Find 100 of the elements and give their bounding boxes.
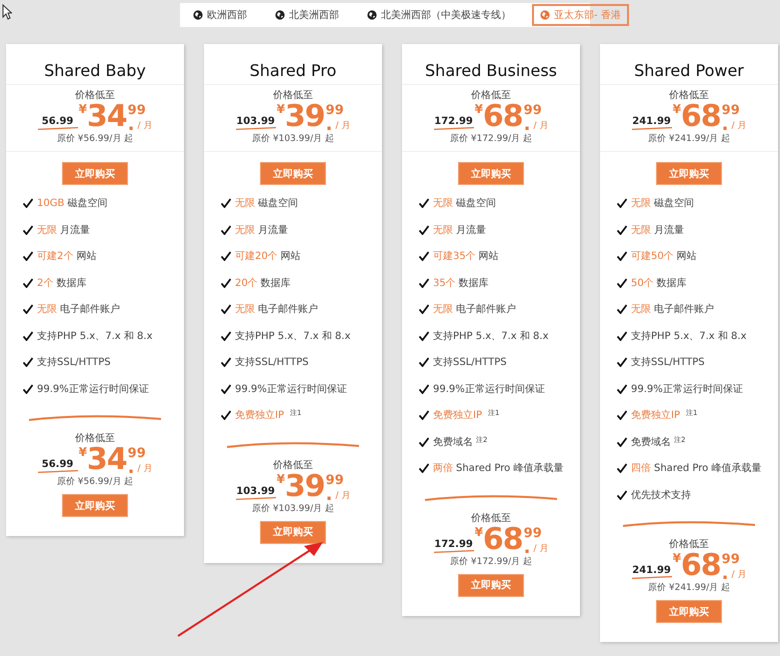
buy-button[interactable]: 立即购买 bbox=[260, 162, 326, 185]
feature-text: Shared Pro 峰值承载量 bbox=[456, 462, 564, 476]
buy-button[interactable]: 立即购买 bbox=[656, 162, 722, 185]
cursor-icon bbox=[2, 4, 12, 20]
feature-text: 支持SSL/HTTPS bbox=[631, 356, 705, 370]
price-dot: . bbox=[326, 488, 333, 502]
plan-title: Shared Business bbox=[402, 44, 580, 85]
check-icon bbox=[23, 384, 33, 394]
buy-button[interactable]: 立即购买 bbox=[656, 600, 722, 623]
strike-line bbox=[632, 576, 672, 579]
price-amount: 68 bbox=[680, 102, 721, 132]
feature-highlight: 无限 bbox=[37, 303, 57, 316]
buy-button[interactable]: 立即购买 bbox=[62, 494, 128, 517]
footnote-mark: 注2 bbox=[674, 434, 686, 444]
price-cents: 99 bbox=[326, 104, 344, 118]
plan-title: Shared Power bbox=[600, 44, 778, 85]
footnote-mark: 注1 bbox=[686, 408, 698, 418]
feature-text: 支持SSL/HTTPS bbox=[235, 356, 309, 370]
check-icon bbox=[419, 384, 429, 394]
feature-text: Shared Pro 峰值承载量 bbox=[654, 462, 762, 476]
price-unit: / 月 bbox=[732, 570, 746, 581]
original-price: 原价 ¥56.99/月 起 bbox=[56, 133, 134, 145]
price-unit: / 月 bbox=[336, 490, 350, 502]
region-tab[interactable]: 北美洲西部 bbox=[268, 4, 346, 26]
footnote-mark: 注1 bbox=[290, 408, 302, 418]
check-icon bbox=[419, 436, 429, 447]
check-icon bbox=[23, 251, 33, 262]
feature-highlight: 可建20个 bbox=[235, 250, 278, 264]
region-tab[interactable]: 北美洲西部（中美极速专线） bbox=[360, 4, 518, 26]
feature-text: 网站 bbox=[76, 250, 96, 264]
check-icon bbox=[23, 224, 33, 235]
check-icon bbox=[419, 463, 429, 474]
feature-highlight: 无限 bbox=[235, 197, 255, 210]
feature-highlight: 2个 bbox=[37, 276, 54, 290]
price-unit: / 月 bbox=[732, 121, 746, 132]
price-dot: . bbox=[128, 118, 135, 132]
feature-highlight: 无限 bbox=[631, 197, 651, 210]
feature-highlight: 可建35个 bbox=[433, 250, 476, 264]
original-price: 原价 ¥172.99/月 起 bbox=[450, 556, 532, 568]
feature-highlight: 无限 bbox=[433, 303, 453, 316]
currency-sign: ¥ bbox=[78, 102, 87, 116]
price-amount: 68 bbox=[680, 551, 721, 581]
check-icon bbox=[419, 224, 429, 235]
feature-text: 电子邮件账户 bbox=[60, 302, 120, 316]
buy-button[interactable]: 立即购买 bbox=[458, 162, 524, 185]
feature-highlight: 无限 bbox=[235, 303, 255, 316]
globe-icon bbox=[540, 10, 550, 20]
check-icon bbox=[221, 224, 231, 235]
check-icon bbox=[419, 251, 429, 262]
currency-sign: ¥ bbox=[276, 472, 285, 486]
check-icon bbox=[617, 330, 627, 341]
check-icon bbox=[419, 330, 429, 341]
buy-button[interactable]: 立即购买 bbox=[62, 162, 128, 185]
buy-button[interactable]: 立即购买 bbox=[260, 520, 326, 544]
price-amount: 68 bbox=[482, 102, 523, 132]
feature-text: 电子邮件账户 bbox=[258, 302, 318, 316]
buy-button[interactable]: 立即购买 bbox=[458, 574, 524, 596]
check-icon bbox=[221, 384, 231, 394]
feature-text: 免费域名 bbox=[433, 436, 473, 449]
feature-highlight: 无限 bbox=[433, 197, 453, 210]
price-dot: . bbox=[722, 118, 729, 132]
check-icon bbox=[617, 251, 627, 262]
price-amount: 68 bbox=[482, 524, 523, 554]
price-amount: 39 bbox=[284, 102, 325, 132]
check-icon bbox=[221, 410, 231, 420]
price-cents: 99 bbox=[722, 104, 740, 118]
original-price: 原价 ¥103.99/月 起 bbox=[252, 502, 334, 514]
strike-line bbox=[236, 127, 276, 130]
price-cents: 99 bbox=[326, 474, 344, 488]
feature-text: 数据库 bbox=[458, 276, 489, 290]
plan-title: Shared Pro bbox=[204, 44, 382, 85]
check-icon bbox=[221, 357, 231, 368]
check-icon bbox=[23, 330, 33, 341]
check-icon bbox=[221, 330, 231, 341]
check-icon bbox=[419, 198, 429, 208]
feature-highlight: 20个 bbox=[235, 276, 258, 290]
feature-highlight: 无限 bbox=[433, 224, 453, 237]
region-tab[interactable]: 欧洲西部 bbox=[186, 4, 254, 26]
price-label: 价格低至 bbox=[75, 89, 115, 102]
feature-text: 支持SSL/HTTPS bbox=[433, 356, 507, 370]
old-price: 241.99 bbox=[632, 116, 672, 127]
check-icon bbox=[221, 198, 231, 208]
check-icon bbox=[23, 357, 33, 368]
strike-line bbox=[38, 470, 78, 473]
feature-text: 磁盘空间 bbox=[654, 196, 694, 210]
price-label: 价格低至 bbox=[273, 89, 313, 102]
price-label: 价格低至 bbox=[471, 512, 511, 524]
check-icon bbox=[419, 410, 429, 420]
check-icon bbox=[221, 304, 231, 314]
region-tab[interactable]: 亚太东部- 香港 bbox=[532, 4, 629, 26]
price-unit: / 月 bbox=[138, 121, 152, 132]
old-price: 56.99 bbox=[40, 459, 74, 470]
old-price: 56.99 bbox=[40, 116, 74, 127]
original-price: 原价 ¥241.99/月 起 bbox=[648, 582, 730, 594]
old-price: 172.99 bbox=[434, 116, 474, 127]
globe-icon bbox=[193, 10, 203, 20]
price-unit: / 月 bbox=[534, 544, 548, 554]
globe-icon bbox=[275, 10, 285, 20]
feature-highlight: 可建2个 bbox=[37, 250, 74, 264]
check-icon bbox=[617, 490, 627, 500]
